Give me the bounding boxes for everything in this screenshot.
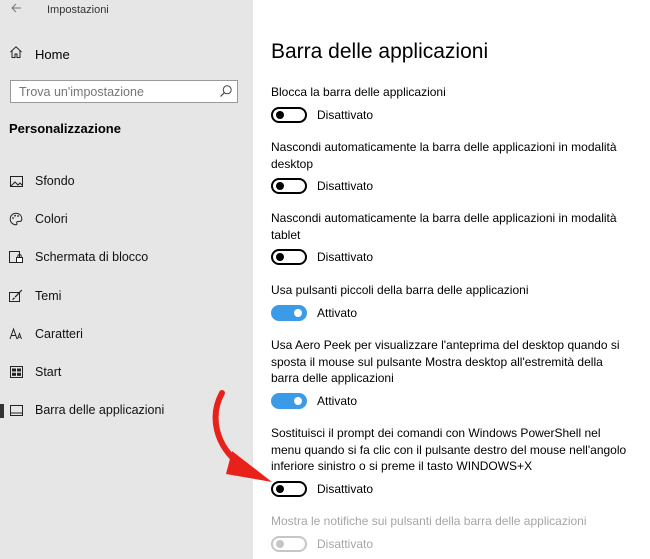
toggle-state-label: Disattivato (317, 481, 374, 496)
toggle-row: Disattivato (271, 106, 631, 123)
setting-description: Sostituisci il prompt dei comandi con Wi… (271, 426, 627, 473)
nav-home[interactable]: Home (9, 45, 70, 63)
taskbar-icon (9, 403, 23, 417)
sidebar-item-label: Temi (35, 288, 62, 303)
sidebar-item-colori[interactable]: Colori (0, 200, 253, 238)
toggle-row: Disattivato (271, 535, 631, 552)
search-icon[interactable] (219, 84, 233, 98)
back-arrow-icon[interactable] (10, 2, 24, 16)
setting-description: Blocca la barra delle applicazioni (271, 85, 446, 99)
sidebar-item-label: Sfondo (35, 174, 75, 189)
autohide-tablet-toggle[interactable] (271, 249, 307, 265)
red-annotation-arrow (212, 390, 272, 482)
toggle-state-label: Disattivato (317, 250, 374, 264)
toggle-state-label: Attivato (317, 305, 358, 320)
toggle-knob (294, 308, 302, 317)
sidebar-item-temi[interactable]: Temi (0, 277, 253, 315)
app-title: Impostazioni (47, 4, 109, 16)
setting-autohide-desktop: Nascondi automaticamente la barra delle … (271, 139, 631, 194)
toggle-state-label: Attivato (317, 393, 358, 408)
toggle-state-label: Disattivato (317, 179, 374, 193)
brush-icon (9, 289, 23, 303)
picture-icon (9, 174, 23, 188)
font-icon (9, 327, 23, 341)
toggle-state-label: Disattivato (317, 107, 374, 122)
setting-lock-taskbar: Blocca la barra delle applicazioni Disat… (271, 84, 631, 123)
setting-aero-peek: Usa Aero Peek per visualizzare l'antepri… (271, 337, 631, 409)
toggle-row: Disattivato (271, 178, 631, 194)
setting-description: Usa pulsanti piccoli della barra delle a… (271, 283, 529, 297)
toggle-state-label: Disattivato (317, 536, 374, 551)
toggle-knob (294, 396, 302, 405)
page-title: Barra delle applicazioni (271, 40, 489, 63)
toggle-knob (276, 182, 284, 190)
search-input[interactable] (11, 81, 211, 102)
palette-icon (9, 212, 23, 226)
sidebar-item-caratteri[interactable]: Caratteri (0, 315, 253, 353)
lock-taskbar-toggle[interactable] (271, 106, 307, 123)
sidebar-item-schermata-di-blocco[interactable]: Schermata di blocco (0, 238, 253, 276)
setting-description: Nascondi automaticamente la barra delle … (271, 140, 617, 171)
search-box[interactable] (10, 80, 238, 103)
sidebar-item-label: Caratteri (35, 326, 83, 341)
toggle-row: Disattivato (271, 480, 631, 497)
start-menu-icon (9, 365, 23, 379)
setting-badges: Mostra le notifiche sui pulsanti della b… (271, 513, 631, 552)
home-icon (9, 45, 23, 64)
toggle-row: Attivato (271, 304, 631, 321)
sidebar-item-label: Colori (35, 212, 68, 227)
setting-small-buttons: Usa pulsanti piccoli della barra delle a… (271, 282, 631, 321)
setting-description: Mostra le notifiche sui pulsanti della b… (271, 514, 587, 528)
badges-toggle (271, 535, 307, 552)
selection-indicator (0, 404, 4, 419)
sidebar-item-label: Schermata di blocco (35, 250, 149, 265)
setting-description: Usa Aero Peek per visualizzare l'antepri… (271, 338, 620, 385)
setting-powershell: Sostituisci il prompt dei comandi con Wi… (271, 425, 631, 497)
sidebar-item-label: Barra delle applicazioni (35, 403, 165, 418)
title-bar: Impostazioni (0, 0, 253, 22)
setting-autohide-tablet: Nascondi automaticamente la barra delle … (271, 210, 631, 265)
toggle-row: Disattivato (271, 249, 631, 265)
lock-screen-icon (9, 250, 23, 264)
main-content: Barra delle applicazioni Blocca la barra… (253, 0, 650, 559)
small-buttons-toggle[interactable] (271, 304, 307, 321)
home-label: Home (35, 46, 70, 62)
toggle-knob (276, 253, 284, 261)
toggle-knob (276, 539, 284, 548)
setting-description: Nascondi automaticamente la barra delle … (271, 211, 617, 242)
sidebar-item-start[interactable]: Start (0, 353, 253, 391)
autohide-desktop-toggle[interactable] (271, 178, 307, 194)
toggle-row: Attivato (271, 392, 631, 409)
section-heading: Personalizzazione (9, 121, 121, 136)
sidebar-item-sfondo[interactable]: Sfondo (0, 162, 253, 200)
toggle-knob (276, 110, 284, 119)
sidebar-item-label: Start (35, 365, 62, 380)
